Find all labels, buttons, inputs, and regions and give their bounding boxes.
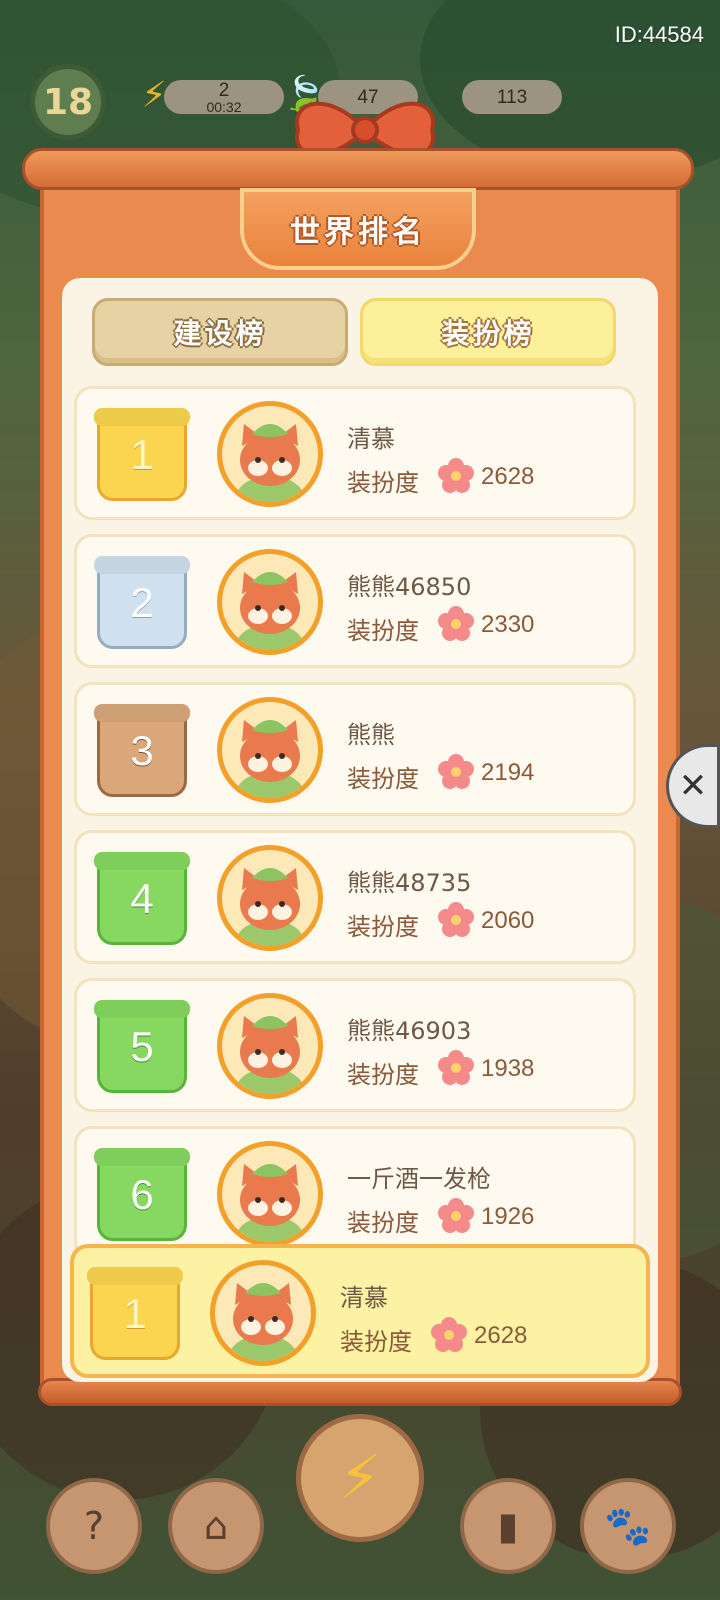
score-value: 2330 [481, 611, 535, 638]
red-panda-icon [236, 868, 304, 946]
leaderboard-title-banner: 世界排名 [240, 188, 476, 270]
my-rank-row[interactable]: 1 清慕 装扮度 2628 [70, 1244, 650, 1378]
red-panda-icon [236, 572, 304, 650]
rank-medal-green: 6 [97, 1149, 187, 1241]
house-icon[interactable]: ⌂ [168, 1478, 264, 1574]
red-panda-icon [236, 1016, 304, 1094]
avatar[interactable] [217, 697, 323, 803]
score-label: 装扮度 [347, 1061, 419, 1089]
my-score-value: 2628 [474, 1322, 528, 1349]
player-name: 熊熊46850 [347, 573, 472, 601]
player-name: 清慕 [347, 425, 395, 453]
list-item[interactable]: 4 熊熊48735 装扮度 2060 [74, 830, 636, 964]
player-id: ID:44584 [614, 22, 704, 47]
list-item[interactable]: 1 清慕 装扮度 2628 [74, 386, 636, 520]
score-value: 2194 [481, 759, 535, 786]
rank-medal-green: 4 [97, 853, 187, 945]
avatar[interactable] [217, 401, 323, 507]
list-item[interactable]: 6 一斤酒一发枪 装扮度 1926 [74, 1126, 636, 1260]
red-panda-icon [236, 720, 304, 798]
rank-medal-bronze: 3 [97, 705, 187, 797]
score-label: 装扮度 [340, 1328, 412, 1356]
score-label: 装扮度 [347, 469, 419, 497]
level-badge[interactable]: 18 [30, 64, 106, 140]
red-panda-icon [229, 1283, 297, 1361]
score-value: 1938 [481, 1055, 535, 1082]
score-value: 2628 [481, 463, 535, 490]
list-item[interactable]: 2 熊熊46850 装扮度 2330 [74, 534, 636, 668]
avatar[interactable] [217, 1141, 323, 1247]
score-label: 装扮度 [347, 765, 419, 793]
list-item[interactable]: 3 熊熊 装扮度 2194 [74, 682, 636, 816]
energy-counter[interactable]: 2 00:32 [164, 80, 284, 114]
help-cat-icon[interactable]: ? [46, 1478, 142, 1574]
scroll-bottom-rod [38, 1378, 682, 1406]
tab-dress-ranking[interactable]: 🐾 装扮榜 [360, 298, 616, 366]
score-label: 装扮度 [347, 617, 419, 645]
tab-build-ranking[interactable]: 建设榜 [92, 298, 348, 366]
book-icon[interactable]: ▮ [460, 1478, 556, 1574]
leaderboard-content: 建设榜 🐾 装扮榜 1 清慕 装扮度 2628 2 [62, 278, 658, 1382]
red-panda-icon [236, 424, 304, 502]
gem-currency[interactable]: 113 [462, 80, 562, 114]
rank-medal-green: 5 [97, 1001, 187, 1093]
paw-bag-icon[interactable]: 🐾 [580, 1478, 676, 1574]
tab-dress-label: 装扮榜 [441, 317, 535, 350]
rank-medal-silver: 2 [97, 557, 187, 649]
flower-icon [431, 1317, 467, 1352]
flower-icon [438, 754, 474, 789]
score-label: 装扮度 [347, 1209, 419, 1237]
flower-icon [438, 902, 474, 937]
score-value: 2060 [481, 907, 535, 934]
list-item[interactable]: 5 熊熊46903 装扮度 1938 [74, 978, 636, 1112]
leaderboard-title: 世界排名 [290, 215, 426, 250]
score-value: 1926 [481, 1203, 535, 1230]
flower-icon [438, 1198, 474, 1233]
avatar[interactable] [210, 1260, 316, 1366]
score-label: 装扮度 [347, 913, 419, 941]
scroll-top-rod [22, 148, 694, 190]
player-name: 熊熊 [347, 721, 395, 749]
rank-medal-gold: 1 [90, 1268, 180, 1360]
rank-medal-gold: 1 [97, 409, 187, 501]
lightning-icon[interactable]: ⚡ [296, 1414, 424, 1542]
flower-icon [438, 458, 474, 493]
flower-icon [438, 1050, 474, 1085]
avatar[interactable] [217, 845, 323, 951]
energy-timer: 00:32 [206, 98, 242, 115]
player-name: 熊熊46903 [347, 1017, 472, 1045]
avatar[interactable] [217, 549, 323, 655]
my-player-name: 清慕 [340, 1284, 388, 1312]
flower-icon [438, 606, 474, 641]
player-name: 熊熊48735 [347, 869, 472, 897]
red-panda-icon [236, 1164, 304, 1242]
energy-count: 2 [218, 79, 230, 101]
avatar[interactable] [217, 993, 323, 1099]
player-name: 一斤酒一发枪 [347, 1165, 491, 1193]
